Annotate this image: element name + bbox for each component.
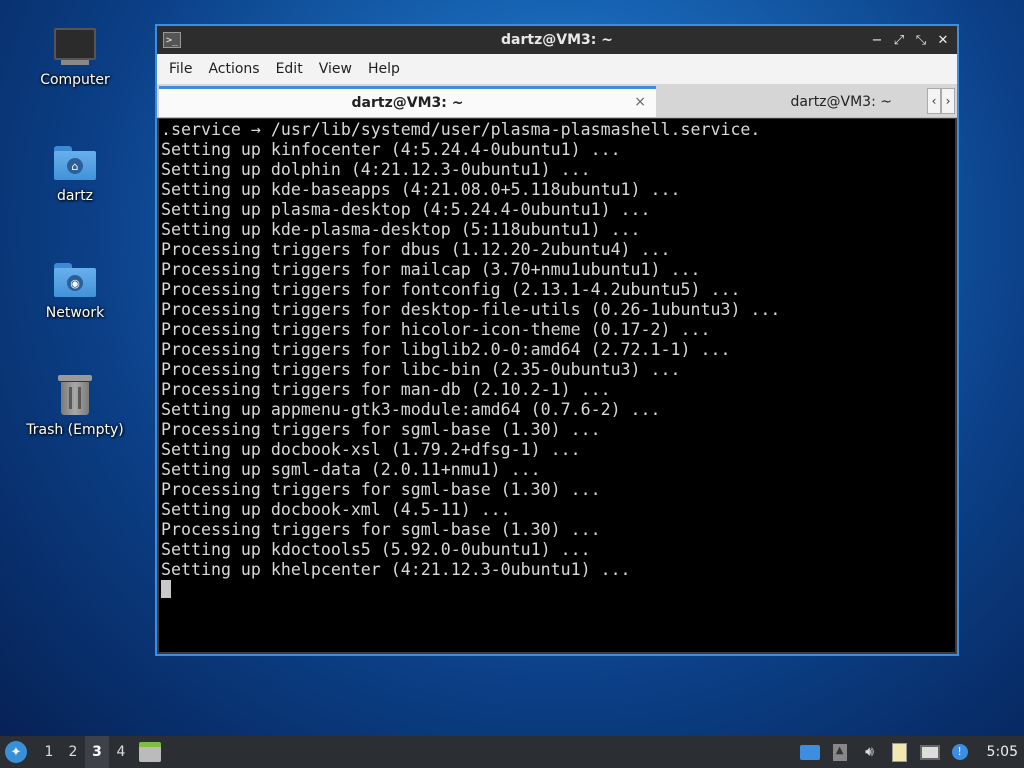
terminal-line: Processing triggers for sgml-base (1.30)… xyxy=(161,480,601,499)
maximize-button[interactable]: ⤢ xyxy=(889,30,909,50)
update-notifier-icon[interactable]: ! xyxy=(947,736,973,768)
terminal-line: Setting up appmenu-gtk3-module:amd64 (0.… xyxy=(161,400,661,419)
terminal-output[interactable]: .service → /usr/lib/systemd/user/plasma-… xyxy=(159,119,955,652)
terminal-line: Processing triggers for fontconfig (2.13… xyxy=(161,280,741,299)
terminal-line: Setting up khelpcenter (4:21.12.3-0ubunt… xyxy=(161,560,631,579)
terminal-window: >_ dartz@VM3: ~ − ⤢ ⤡ ✕ File Actions Edi… xyxy=(155,24,959,656)
terminal-line: Setting up kdoctools5 (5.92.0-0ubuntu1) … xyxy=(161,540,591,559)
terminal-line: Processing triggers for hicolor-icon-the… xyxy=(161,320,711,339)
tab-scroll-right-icon[interactable]: › xyxy=(941,88,955,114)
desktop-icon-label: Computer xyxy=(40,72,110,88)
clock[interactable]: 5:05 xyxy=(987,744,1018,760)
start-menu-icon[interactable]: ✦ xyxy=(5,741,27,763)
restore-button[interactable]: ⤡ xyxy=(911,30,931,50)
terminal-line: Setting up kinfocenter (4:5.24.4-0ubuntu… xyxy=(161,140,621,159)
menu-view[interactable]: View xyxy=(311,61,360,77)
workspace-3[interactable]: 3 xyxy=(85,736,109,768)
desktop-icon-label: dartz xyxy=(56,188,94,204)
terminal-line: Processing triggers for mailcap (3.70+nm… xyxy=(161,260,701,279)
terminal-task-button[interactable] xyxy=(139,742,161,762)
terminal-line: Setting up docbook-xsl (1.79.2+dfsg-1) .… xyxy=(161,440,581,459)
menu-help[interactable]: Help xyxy=(360,61,408,77)
terminal-cursor-line xyxy=(161,580,955,600)
menu-actions[interactable]: Actions xyxy=(200,61,267,77)
desktop-icon-home[interactable]: ⌂ dartz xyxy=(20,138,130,204)
network-monitor-icon[interactable] xyxy=(917,736,943,768)
terminal-app-icon[interactable]: >_ xyxy=(163,32,181,48)
close-button[interactable]: ✕ xyxy=(933,30,953,50)
tab-label: dartz@VM3: ~ xyxy=(790,93,892,110)
tab-scroll-left-icon[interactable]: ‹ xyxy=(927,88,941,114)
network-folder-icon: ◉ xyxy=(53,255,97,299)
desktop-icon-label: Trash (Empty) xyxy=(26,422,124,438)
desktop-icon[interactable] xyxy=(797,736,823,768)
terminal-line: Setting up dolphin (4:21.12.3-0ubuntu1) … xyxy=(161,160,591,179)
terminal-line: Processing triggers for man-db (2.10.2-1… xyxy=(161,380,611,399)
terminal-cursor xyxy=(161,580,171,598)
menu-bar: File Actions Edit View Help xyxy=(157,54,957,84)
menu-file[interactable]: File xyxy=(161,61,200,77)
taskbar: ✦ 1 2 3 4 ▲ 🔊︎ ! 5:05 xyxy=(0,736,1024,768)
trash-icon xyxy=(53,372,97,416)
terminal-line: Processing triggers for dbus (1.12.20-2u… xyxy=(161,240,671,259)
tab-close-icon[interactable]: × xyxy=(634,94,646,110)
tab-terminal-2[interactable]: dartz@VM3: ~ xyxy=(660,86,924,117)
minimize-button[interactable]: − xyxy=(867,30,887,50)
clipboard-icon[interactable] xyxy=(887,736,913,768)
terminal-line: Processing triggers for libc-bin (2.35-0… xyxy=(161,360,681,379)
workspace-1[interactable]: 1 xyxy=(37,736,61,768)
terminal-line: Processing triggers for desktop-file-uti… xyxy=(161,300,781,319)
terminal-line: Setting up sgml-data (2.0.11+nmu1) ... xyxy=(161,460,541,479)
home-folder-icon: ⌂ xyxy=(53,138,97,182)
computer-icon xyxy=(53,22,97,66)
volume-icon[interactable]: 🔊︎ xyxy=(857,736,883,768)
tab-bar: dartz@VM3: ~ × dartz@VM3: ~ ‹ › xyxy=(157,84,957,118)
title-bar[interactable]: >_ dartz@VM3: ~ − ⤢ ⤡ ✕ xyxy=(157,26,957,54)
terminal-line: Setting up kde-plasma-desktop (5:118ubun… xyxy=(161,220,641,239)
tab-label: dartz@VM3: ~ xyxy=(351,95,464,111)
desktop-icon-label: Network xyxy=(45,305,105,321)
desktop-icon-trash[interactable]: Trash (Empty) xyxy=(20,372,130,438)
eject-icon[interactable]: ▲ xyxy=(827,736,853,768)
desktop-icon-network[interactable]: ◉ Network xyxy=(20,255,130,321)
terminal-line: Setting up plasma-desktop (4:5.24.4-0ubu… xyxy=(161,200,651,219)
terminal-line: Processing triggers for libglib2.0-0:amd… xyxy=(161,340,731,359)
system-tray: ▲ 🔊︎ ! 5:05 xyxy=(793,736,1024,768)
menu-edit[interactable]: Edit xyxy=(268,61,311,77)
terminal-line: Setting up docbook-xml (4.5-11) ... xyxy=(161,500,511,519)
workspace-2[interactable]: 2 xyxy=(61,736,85,768)
terminal-line: Processing triggers for sgml-base (1.30)… xyxy=(161,420,601,439)
terminal-line: Processing triggers for sgml-base (1.30)… xyxy=(161,520,601,539)
terminal-line: Setting up kde-baseapps (4:21.08.0+5.118… xyxy=(161,180,681,199)
tab-terminal-1[interactable]: dartz@VM3: ~ × xyxy=(159,86,656,117)
window-title: dartz@VM3: ~ xyxy=(501,32,613,48)
workspace-4[interactable]: 4 xyxy=(109,736,133,768)
desktop-icon-computer[interactable]: Computer xyxy=(20,22,130,88)
terminal-line: .service → /usr/lib/systemd/user/plasma-… xyxy=(161,120,761,139)
